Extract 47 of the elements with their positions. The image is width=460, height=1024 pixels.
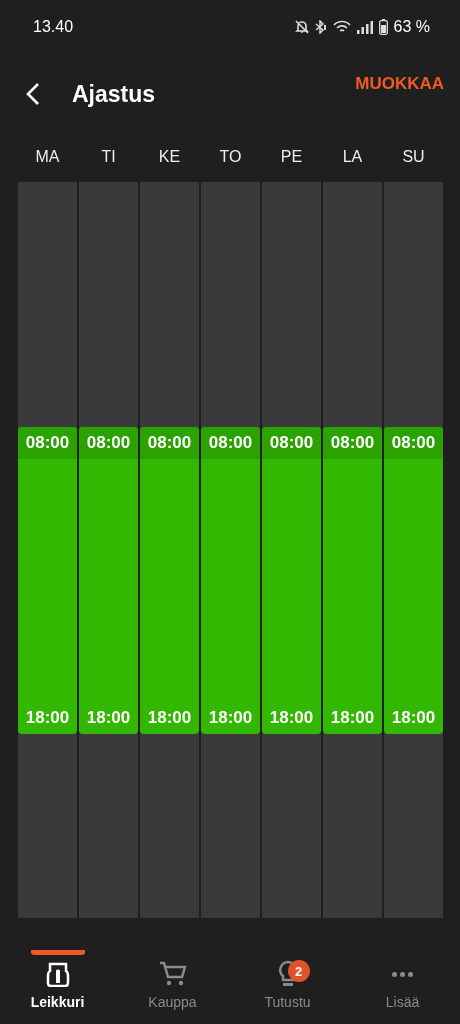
wifi-icon [332,20,351,34]
mute-icon [294,20,309,34]
start-time: 08:00 [140,427,199,460]
end-time: 18:00 [24,707,71,729]
schedule-block[interactable]: 08:00 18:00 [79,427,138,734]
start-time: 08:00 [18,427,77,460]
edit-button[interactable]: MUOKKAA [355,74,444,94]
bluetooth-icon [314,20,327,34]
day-label: KE [157,147,182,167]
page-title: Ajastus [72,80,156,108]
schedule-block[interactable]: 08:00 18:00 [18,427,77,734]
schedule-block[interactable]: 08:00 18:00 [262,427,321,734]
start-time: 08:00 [323,427,382,460]
day-label: PE [279,147,304,167]
end-time: 18:00 [146,707,193,729]
nav-tab[interactable]: Leikkuri [0,940,115,1010]
end-time: 18:00 [390,707,437,729]
nav-tab[interactable]: Lisää [345,940,460,1010]
day-label: TO [218,147,243,167]
end-time: 18:00 [207,707,254,729]
battery-icon [378,19,388,35]
notification-badge: 2 [287,960,310,982]
end-time: 18:00 [268,707,315,729]
back-button[interactable] [26,82,40,106]
day-label: SU [401,147,426,167]
schedule-block[interactable]: 08:00 18:00 [140,427,199,734]
active-indicator [30,950,85,955]
battery-percent: 63 % [393,18,430,36]
schedule-block[interactable]: 08:00 18:00 [201,427,260,734]
start-time: 08:00 [201,427,260,460]
cart-icon [158,961,187,987]
start-time: 08:00 [79,427,138,460]
day-label: LA [341,147,364,167]
nav-tab[interactable]: 2 Tutustu [230,940,345,1010]
end-time: 18:00 [85,707,132,729]
signal-icon [356,20,373,34]
day-label: TI [100,147,117,167]
start-time: 08:00 [384,427,443,460]
status-time: 13.40 [33,18,74,36]
start-time: 08:00 [262,427,321,460]
schedule-block[interactable]: 08:00 18:00 [384,427,443,734]
more-icon [392,971,413,977]
end-time: 18:00 [329,707,376,729]
schedule-block[interactable]: 08:00 18:00 [323,427,382,734]
nav-tab[interactable]: Kauppa [115,940,230,1010]
day-label: MA [34,147,61,167]
mower-icon [45,961,70,987]
